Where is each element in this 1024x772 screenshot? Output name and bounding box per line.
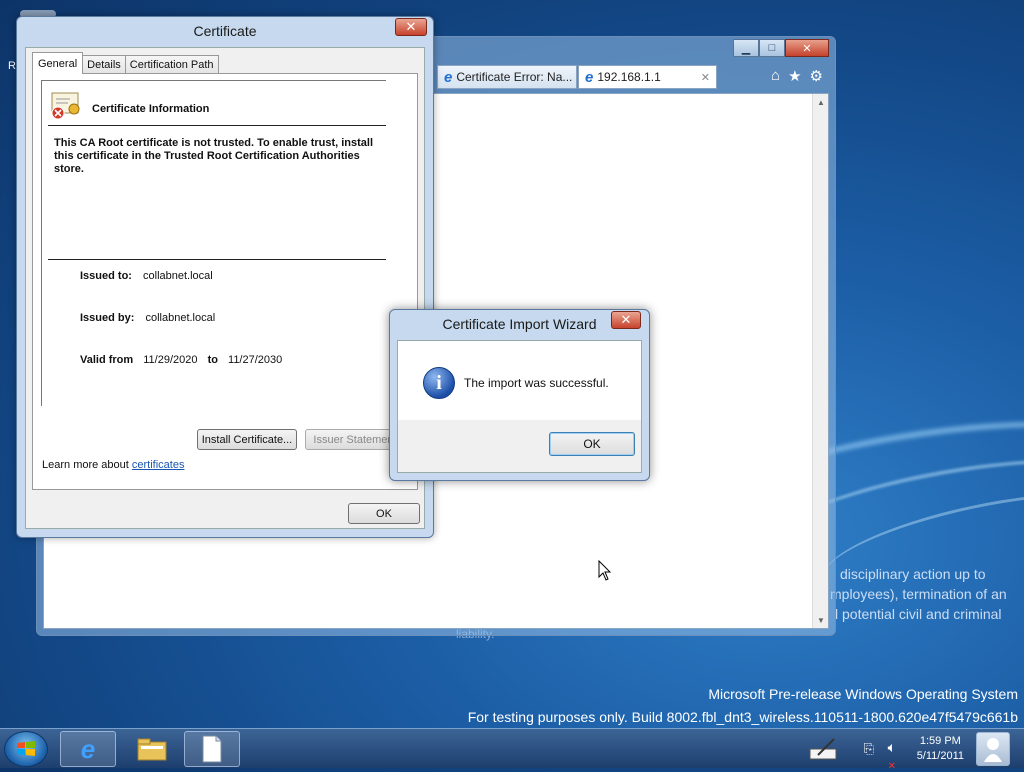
info-icon: i	[423, 367, 455, 399]
watermark-line: Microsoft Pre-release Windows Operating …	[708, 686, 1018, 702]
certificate-heading: Certificate Information	[92, 103, 210, 115]
learn-more-text: Learn more about	[42, 459, 129, 471]
scroll-up-arrow-icon[interactable]: ▲	[813, 94, 829, 110]
dialog-title: Certificate	[193, 23, 257, 39]
file-explorer-icon	[137, 738, 167, 761]
install-certificate-button[interactable]: Install Certificate...	[197, 429, 297, 450]
dialog-close-button[interactable]: ✕	[395, 18, 427, 36]
tab-label: 192.168.1.1	[597, 70, 661, 84]
background-text-line: l potential civil and criminal	[835, 606, 1002, 622]
windows-logo-icon	[17, 741, 35, 756]
document-icon	[202, 735, 222, 763]
valid-from-label: Valid from	[80, 354, 134, 366]
tab-certification-path[interactable]: Certification Path	[124, 55, 219, 74]
valid-to-label: to	[207, 354, 218, 366]
validity-row: Valid from 11/29/2020 to 11/27/2030	[80, 354, 282, 366]
issued-to-label: Issued to:	[80, 270, 132, 282]
background-text-line: mployees), termination of an	[830, 586, 1007, 602]
home-icon[interactable]: ⌂	[771, 67, 780, 85]
watermark-line: For testing purposes only. Build 8002.fb…	[467, 709, 1018, 725]
browser-toolbar: ⌂ ★ ⚙	[771, 67, 823, 85]
clock-date: 5/11/2011	[916, 750, 964, 762]
taskbar-document[interactable]	[184, 731, 240, 767]
volume-muted-icon[interactable]: 🔈︎✕	[888, 739, 896, 772]
dialog-close-button[interactable]: ✕	[611, 311, 641, 329]
desktop-edge-letter: R	[8, 60, 16, 72]
tab-192-168-1-1[interactable]: e 192.168.1.1 ✕	[578, 65, 717, 89]
issued-to-row: Issued to: collabnet.local	[80, 270, 213, 282]
taskbar: e ⎘ 🔈︎✕ 1:59 PM 5/11/2011	[0, 728, 1024, 772]
valid-from-value: 11/29/2020	[143, 354, 198, 366]
learn-more-line: Learn more about certificates	[42, 459, 184, 471]
issued-by-label: Issued by:	[80, 312, 135, 324]
taskbar-file-explorer[interactable]	[124, 731, 180, 767]
tab-general[interactable]: General	[32, 52, 84, 74]
tools-gear-icon[interactable]: ⚙	[810, 67, 823, 85]
certificates-link[interactable]: certificates	[132, 459, 185, 471]
close-button[interactable]: ✕	[785, 39, 829, 57]
scroll-down-arrow-icon[interactable]: ▼	[813, 612, 829, 628]
tab-certificate-error[interactable]: e Certificate Error: Na...	[437, 65, 577, 89]
ie-icon: e	[444, 68, 453, 86]
maximize-button[interactable]: □	[759, 39, 785, 57]
valid-to-value: 11/27/2030	[228, 354, 283, 366]
certificate-dialog: Certificate ✕ General Details Certificat…	[16, 16, 434, 538]
minimize-button[interactable]: ▁	[733, 39, 759, 57]
issued-to-value: collabnet.local	[143, 270, 213, 282]
ok-button[interactable]: OK	[549, 432, 635, 456]
certificate-tabs: General Details Certification Path	[32, 52, 219, 74]
ie-icon: e	[585, 68, 594, 86]
wizard-footer: OK	[398, 420, 641, 472]
user-avatar-icon[interactable]	[976, 732, 1010, 766]
trust-warning-message: This CA Root certificate is not trusted.…	[54, 137, 374, 175]
vertical-scrollbar[interactable]: ▲ ▼	[812, 94, 828, 628]
internet-explorer-icon: e	[80, 733, 96, 764]
certificate-info-box: Certificate Information This CA Root cer…	[41, 80, 386, 406]
taskbar-internet-explorer[interactable]: e	[60, 731, 116, 767]
start-button[interactable]	[4, 731, 48, 767]
tab-details[interactable]: Details	[82, 55, 126, 74]
tablet-input-icon[interactable]	[808, 735, 840, 763]
divider	[48, 125, 386, 126]
issued-by-row: Issued by: collabnet.local	[80, 312, 215, 324]
certificate-error-icon	[50, 91, 82, 121]
window-controls: ▁ □ ✕	[733, 39, 829, 57]
issued-by-value: collabnet.local	[145, 312, 216, 324]
favorites-star-icon[interactable]: ★	[788, 67, 801, 85]
divider	[48, 259, 386, 260]
tab-close-icon[interactable]: ✕	[701, 71, 710, 84]
network-icon[interactable]: ⎘	[864, 741, 874, 757]
background-text-line: disciplinary action up to	[840, 566, 986, 582]
dialog-body: General Details Certification Path Certi…	[25, 47, 425, 529]
import-wizard-dialog: Certificate Import Wizard ✕ i The import…	[389, 309, 650, 481]
wizard-body: i The import was successful. OK	[397, 340, 642, 473]
clock-time: 1:59 PM	[919, 735, 961, 747]
ok-button[interactable]: OK	[348, 503, 420, 524]
tab-label: Certificate Error: Na...	[456, 70, 573, 84]
clock[interactable]: 1:59 PM 5/11/2011	[917, 734, 964, 764]
success-message: The import was successful.	[464, 376, 609, 390]
